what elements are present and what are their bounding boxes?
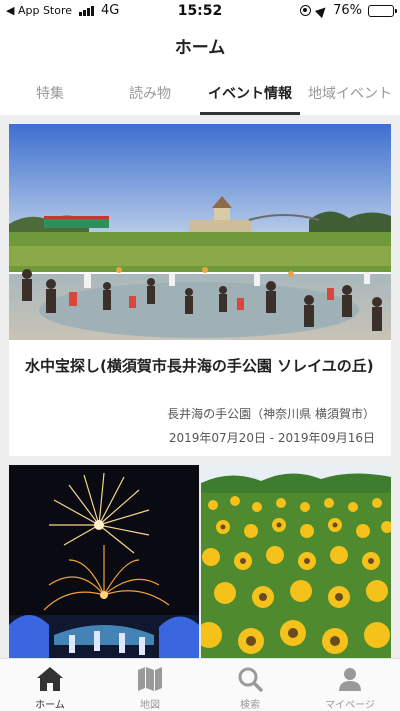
event-title: 水中宝探し(横須賀市長井海の手公園 ソレイユの丘) bbox=[25, 357, 374, 375]
sunflower-event-tile[interactable] bbox=[201, 465, 391, 658]
water-park-photo bbox=[9, 124, 391, 340]
fireworks-photo bbox=[9, 465, 199, 658]
event-list: 水中宝探し(横須賀市長井海の手公園 ソレイユの丘) 長井海の手公園（神奈川県 横… bbox=[0, 115, 400, 658]
event-location: 長井海の手公園（神奈川県 横須賀市） bbox=[167, 407, 375, 421]
tab-feature[interactable]: 特集 bbox=[0, 70, 100, 115]
location-arrow-icon bbox=[315, 3, 330, 18]
sunflower-field-photo bbox=[201, 465, 391, 658]
search-icon bbox=[238, 667, 263, 692]
nav-map-label: 地図 bbox=[140, 700, 160, 711]
event-dates: 2019年07月20日 - 2019年09月16日 bbox=[168, 431, 375, 445]
tab-event-info[interactable]: イベント情報 bbox=[200, 70, 300, 115]
nav-home[interactable]: ホーム bbox=[0, 659, 100, 711]
event-grid-row bbox=[9, 465, 391, 658]
fireworks-event-tile[interactable] bbox=[9, 465, 199, 658]
home-icon bbox=[37, 667, 63, 691]
nav-search[interactable]: 検索 bbox=[200, 659, 300, 711]
status-bar: ◀ App Store 4G 15:52 76% bbox=[0, 0, 400, 22]
page-title: ホーム bbox=[174, 38, 226, 58]
nav-map[interactable]: 地図 bbox=[100, 659, 200, 711]
featured-event-card[interactable]: 水中宝探し(横須賀市長井海の手公園 ソレイユの丘) 長井海の手公園（神奈川県 横… bbox=[9, 124, 391, 456]
bottom-tab-bar: ホーム 地図 検索 マイページ bbox=[0, 658, 400, 711]
tab-local-events[interactable]: 地域イベント bbox=[300, 70, 400, 115]
nav-mypage[interactable]: マイページ bbox=[300, 659, 400, 711]
battery-icon bbox=[368, 4, 397, 17]
top-tabs: 特集 読み物 イベント情報 地域イベント bbox=[0, 70, 400, 115]
person-icon bbox=[339, 668, 361, 691]
rotation-lock-icon bbox=[300, 5, 312, 16]
tab-reading[interactable]: 読み物 bbox=[100, 70, 200, 115]
nav-search-label: 検索 bbox=[240, 700, 260, 711]
map-icon bbox=[138, 667, 162, 691]
status-bar-right: 76% bbox=[300, 3, 397, 18]
nav-home-label: ホーム bbox=[35, 700, 65, 711]
nav-mypage-label: マイページ bbox=[325, 700, 375, 711]
battery-percent: 76% bbox=[333, 3, 362, 18]
